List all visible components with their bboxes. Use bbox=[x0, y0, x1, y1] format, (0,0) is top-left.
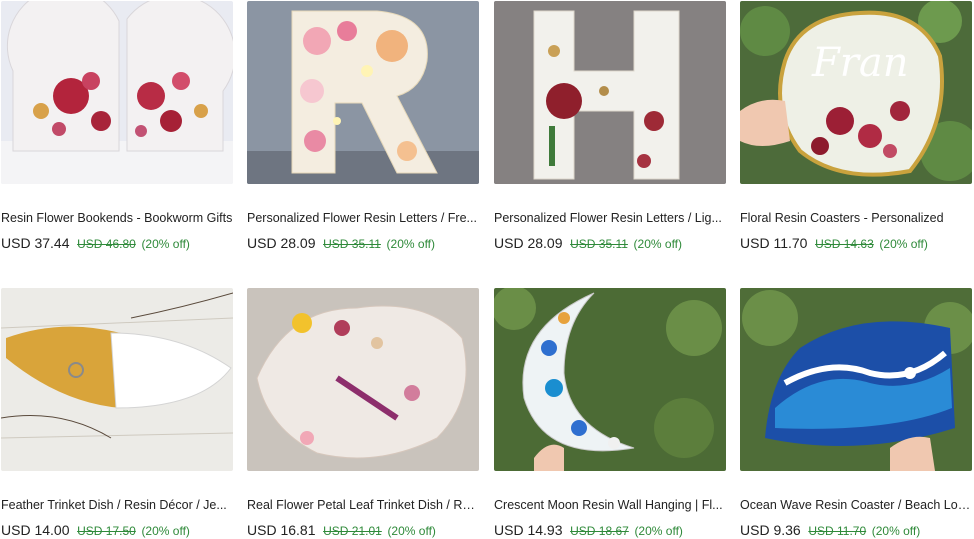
price-row: USD 37.44 USD 46.80 (20% off) bbox=[1, 235, 233, 252]
sale-price: USD 28.09 bbox=[494, 235, 563, 251]
listing-title[interactable]: Ocean Wave Resin Coaster / Beach Lov... bbox=[740, 497, 972, 513]
original-price: USD 14.63 bbox=[815, 237, 874, 251]
price-row: USD 14.00 USD 17.50 (20% off) bbox=[1, 522, 233, 539]
listing-card-feather-dish[interactable]: Feather Trinket Dish / Resin Décor / Je.… bbox=[1, 288, 233, 539]
sale-price: USD 14.93 bbox=[494, 522, 563, 538]
price-row: USD 28.09 USD 35.11 (20% off) bbox=[494, 235, 726, 252]
original-price: USD 35.11 bbox=[323, 237, 381, 251]
original-price: USD 21.01 bbox=[323, 524, 382, 538]
sale-price: USD 28.09 bbox=[247, 235, 316, 251]
sale-price: USD 14.00 bbox=[1, 522, 70, 538]
listing-card-letter-r[interactable]: Personalized Flower Resin Letters / Fre.… bbox=[247, 1, 479, 252]
listing-image[interactable] bbox=[740, 288, 972, 471]
listing-grid: Resin Flower Bookends - Bookworm Gifts U… bbox=[0, 0, 974, 538]
original-price: USD 18.67 bbox=[570, 524, 629, 538]
listing-card-letter-h[interactable]: Personalized Flower Resin Letters / Lig.… bbox=[494, 1, 726, 252]
listing-card-coasters[interactable]: Fran Floral Resin Coasters - Personalize… bbox=[740, 1, 972, 252]
listing-card-ocean-coaster[interactable]: Ocean Wave Resin Coaster / Beach Lov... … bbox=[740, 288, 972, 539]
discount-label: (20% off) bbox=[141, 524, 190, 538]
listing-image[interactable] bbox=[1, 288, 233, 471]
listing-image[interactable] bbox=[247, 1, 479, 184]
sale-price: USD 9.36 bbox=[740, 522, 801, 538]
sale-price: USD 11.70 bbox=[740, 235, 808, 251]
listing-title[interactable]: Feather Trinket Dish / Resin Décor / Je.… bbox=[1, 497, 233, 513]
original-price: USD 11.70 bbox=[808, 524, 867, 538]
discount-label: (20% off) bbox=[386, 237, 436, 251]
discount-label: (20% off) bbox=[387, 524, 436, 538]
price-row: USD 14.93 USD 18.67 (20% off) bbox=[494, 522, 726, 539]
listing-image[interactable] bbox=[494, 1, 726, 184]
original-price: USD 46.80 bbox=[77, 237, 136, 251]
discount-label: (20% off) bbox=[871, 524, 921, 538]
listing-title[interactable]: Real Flower Petal Leaf Trinket Dish / Re… bbox=[247, 497, 479, 513]
listing-image[interactable] bbox=[494, 288, 726, 471]
coaster-text: Fran bbox=[811, 40, 908, 86]
original-price: USD 35.11 bbox=[570, 237, 628, 251]
sale-price: USD 37.44 bbox=[1, 235, 70, 251]
listing-card-crescent-moon[interactable]: Crescent Moon Resin Wall Hanging | Fl...… bbox=[494, 288, 726, 539]
discount-label: (20% off) bbox=[633, 237, 683, 251]
listing-title[interactable]: Floral Resin Coasters - Personalized bbox=[740, 210, 972, 226]
discount-label: (20% off) bbox=[141, 237, 190, 251]
listing-image[interactable] bbox=[247, 288, 479, 471]
discount-label: (20% off) bbox=[634, 524, 683, 538]
listing-card-leaf-dish[interactable]: Real Flower Petal Leaf Trinket Dish / Re… bbox=[247, 288, 479, 539]
price-row: USD 16.81 USD 21.01 (20% off) bbox=[247, 522, 479, 539]
listing-card-bookends[interactable]: Resin Flower Bookends - Bookworm Gifts U… bbox=[1, 1, 233, 252]
listing-title[interactable]: Personalized Flower Resin Letters / Lig.… bbox=[494, 210, 726, 226]
price-row: USD 28.09 USD 35.11 (20% off) bbox=[247, 235, 479, 252]
listing-title[interactable]: Resin Flower Bookends - Bookworm Gifts bbox=[1, 210, 233, 226]
listing-title[interactable]: Crescent Moon Resin Wall Hanging | Fl... bbox=[494, 497, 726, 513]
price-row: USD 11.70 USD 14.63 (20% off) bbox=[740, 235, 972, 252]
listing-title[interactable]: Personalized Flower Resin Letters / Fre.… bbox=[247, 210, 479, 226]
discount-label: (20% off) bbox=[879, 237, 928, 251]
listing-image[interactable] bbox=[1, 1, 233, 184]
price-row: USD 9.36 USD 11.70 (20% off) bbox=[740, 522, 972, 539]
sale-price: USD 16.81 bbox=[247, 522, 316, 538]
listing-image[interactable]: Fran bbox=[740, 1, 972, 184]
original-price: USD 17.50 bbox=[77, 524, 136, 538]
